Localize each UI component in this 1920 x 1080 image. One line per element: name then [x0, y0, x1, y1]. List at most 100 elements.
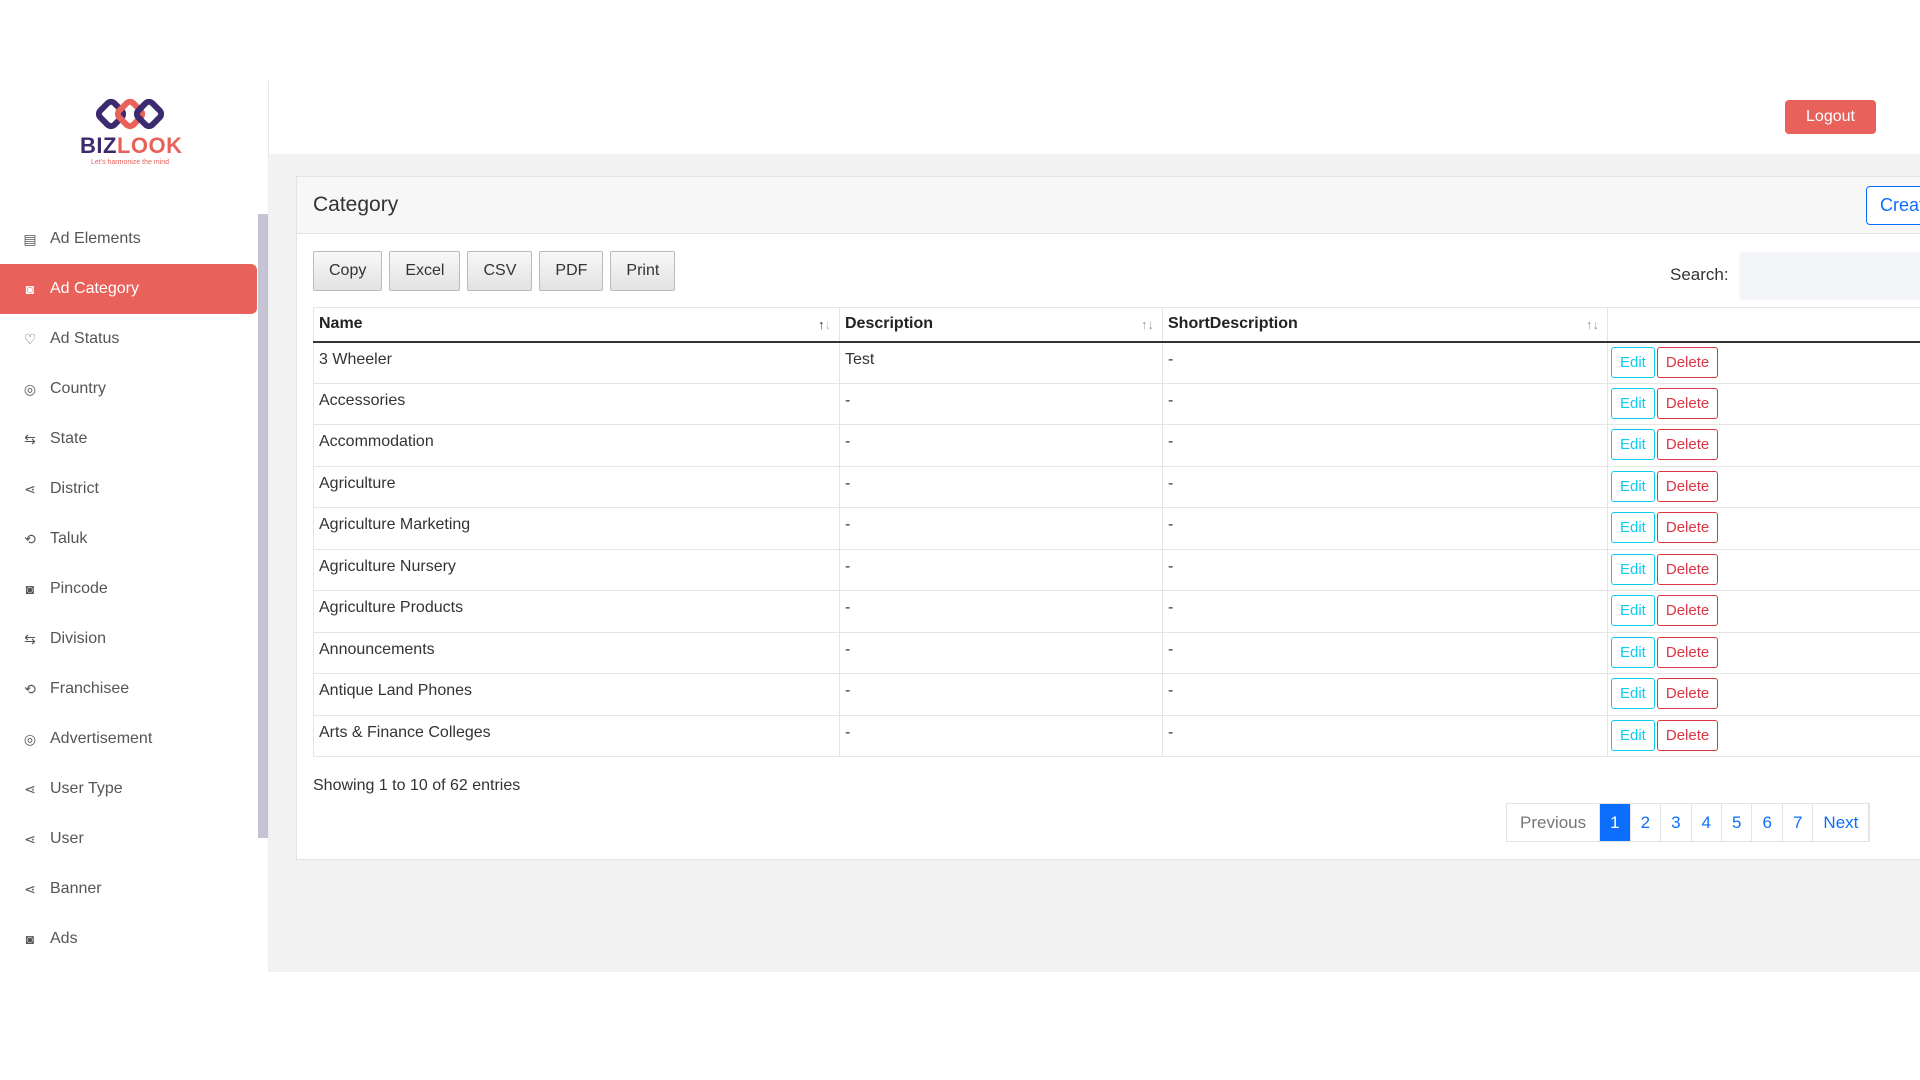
pagination-page[interactable]: 7 — [1783, 804, 1814, 841]
sidebar-item-user-type[interactable]: ⋖ User Type — [0, 764, 258, 814]
pagination-page[interactable]: 5 — [1722, 804, 1753, 841]
sidebar-item-franchisee[interactable]: ⟲ Franchisee — [0, 664, 258, 714]
table-row: Arts & Finance Colleges - - Edit Delete — [313, 715, 1920, 757]
sidebar-item-division[interactable]: ⇆ Division — [0, 614, 258, 664]
pagination-page[interactable]: 2 — [1631, 804, 1662, 841]
column-header-actions — [1607, 307, 1920, 343]
bookmark-box-icon: ◙ — [25, 581, 35, 597]
logo-text-look: LOOK — [116, 133, 183, 158]
edit-button[interactable]: Edit — [1611, 346, 1655, 378]
sidebar-item-label: Ads — [50, 930, 78, 947]
pagination-page[interactable]: 3 — [1661, 804, 1692, 841]
sort-icon: ↑↓ — [1141, 317, 1154, 332]
sidebar-scrollbar[interactable] — [258, 214, 268, 838]
pagination-page[interactable]: 4 — [1692, 804, 1723, 841]
pagination: Previous 1 2 3 4 5 6 7 Next — [1506, 803, 1871, 842]
delete-button[interactable]: Delete — [1656, 719, 1719, 751]
user-circle-icon: ◎ — [23, 380, 37, 397]
pagination-page[interactable]: 1 — [1600, 804, 1631, 841]
bookmark-box-icon: ◙ — [25, 281, 35, 297]
sort-asc-icon: ↑↓ — [818, 317, 831, 332]
table-row: Agriculture Marketing - - Edit Delete — [313, 507, 1920, 550]
edit-button[interactable]: Edit — [1611, 470, 1655, 502]
edit-button[interactable]: Edit — [1611, 636, 1655, 668]
column-header-description[interactable]: Description ↑↓ — [839, 307, 1163, 343]
cell-description: - — [839, 673, 1163, 716]
arrows-exchange-icon: ⇆ — [24, 430, 36, 447]
logo-text-biz: BIZ — [80, 133, 117, 158]
edit-button[interactable]: Edit — [1611, 595, 1655, 626]
edit-button[interactable]: Edit — [1611, 719, 1655, 751]
column-header-shortdescription[interactable]: ShortDescription ↑↓ — [1162, 307, 1608, 343]
pagination-next[interactable]: Next — [1813, 804, 1870, 841]
heart-icon: ♡ — [23, 330, 37, 347]
card-header: Category Create — [297, 177, 1920, 234]
sidebar-item-pincode[interactable]: ◙ Pincode — [0, 564, 258, 614]
cell-short-description: - — [1162, 341, 1608, 384]
clipboard-icon: ▤ — [23, 230, 37, 247]
table-row: Agriculture - - Edit Delete — [313, 466, 1920, 508]
logout-button[interactable]: Logout — [1785, 100, 1876, 134]
delete-button[interactable]: Delete — [1656, 387, 1719, 419]
create-button[interactable]: Create — [1866, 186, 1920, 225]
sidebar-item-banner[interactable]: ⋖ Banner — [0, 864, 258, 914]
sidebar-item-ads[interactable]: ◙ Ads — [0, 914, 258, 964]
delete-button[interactable]: Delete — [1656, 512, 1719, 543]
csv-button[interactable]: CSV — [467, 251, 533, 291]
sidebar-item-label: Ad Status — [50, 330, 120, 347]
delete-button[interactable]: Delete — [1656, 678, 1719, 709]
print-button[interactable]: Print — [610, 251, 676, 291]
cell-actions: Edit Delete — [1607, 715, 1920, 757]
delete-button[interactable]: Delete — [1656, 346, 1719, 378]
table-row: 3 Wheeler Test - Edit Delete — [313, 341, 1920, 384]
cell-actions: Edit Delete — [1607, 590, 1920, 633]
sidebar-item-district[interactable]: ⋖ District — [0, 464, 258, 514]
sidebar-item-label: Ad Elements — [50, 230, 141, 247]
sidebar-item-country[interactable]: ◎ Country — [0, 364, 258, 414]
export-buttons: Copy Excel CSV PDF Print — [313, 251, 676, 291]
sidebar-item-label: State — [50, 430, 88, 447]
sidebar-item-user[interactable]: ⋖ User — [0, 814, 258, 864]
sidebar-item-taluk[interactable]: ⟲ Taluk — [0, 514, 258, 564]
cell-name: Agriculture — [313, 466, 840, 508]
excel-button[interactable]: Excel — [389, 251, 461, 291]
sidebar-nav: ▤ Ad Elements ◙ Ad Category ♡ Ad Status ◎ Count… — [0, 214, 258, 964]
sidebar-item-advertisement[interactable]: ◎ Advertisement — [0, 714, 258, 764]
cell-name: Arts & Finance Colleges — [313, 715, 840, 757]
delete-button[interactable]: Delete — [1656, 553, 1719, 585]
cell-name: Accessories — [313, 383, 840, 425]
cell-short-description: - — [1162, 590, 1608, 633]
search-input[interactable] — [1739, 252, 1920, 300]
column-header-name[interactable]: Name ↑↓ — [313, 307, 840, 343]
sidebar-item-ad-elements[interactable]: ▤ Ad Elements — [0, 214, 258, 264]
delete-button[interactable]: Delete — [1656, 429, 1719, 460]
cell-actions: Edit Delete — [1607, 383, 1920, 425]
column-label: ShortDescription — [1168, 315, 1298, 333]
bizlook-logo[interactable]: BIZLOOK Let's harmonize the mind — [80, 98, 183, 166]
copy-button[interactable]: Copy — [313, 251, 383, 291]
sidebar-item-label: Franchisee — [50, 680, 130, 697]
sidebar-item-label: Banner — [50, 880, 102, 897]
user-circle-icon: ◎ — [23, 730, 37, 747]
delete-button[interactable]: Delete — [1656, 470, 1719, 502]
sidebar-item-ad-status[interactable]: ♡ Ad Status — [0, 314, 258, 364]
sidebar-item-label: User — [50, 830, 84, 847]
pdf-button[interactable]: PDF — [539, 251, 604, 291]
logo-rings-icon — [95, 98, 165, 130]
edit-button[interactable]: Edit — [1611, 553, 1655, 585]
cell-actions: Edit Delete — [1607, 341, 1920, 384]
edit-button[interactable]: Edit — [1611, 387, 1655, 419]
pagination-page[interactable]: 6 — [1752, 804, 1783, 841]
delete-button[interactable]: Delete — [1656, 595, 1719, 626]
edit-button[interactable]: Edit — [1611, 678, 1655, 709]
cell-description: - — [839, 715, 1163, 757]
edit-button[interactable]: Edit — [1611, 512, 1655, 543]
sidebar-item-label: Taluk — [50, 530, 88, 547]
sidebar-item-state[interactable]: ⇆ State — [0, 414, 258, 464]
pagination-previous[interactable]: Previous — [1507, 804, 1601, 841]
edit-button[interactable]: Edit — [1611, 429, 1655, 460]
delete-button[interactable]: Delete — [1656, 636, 1719, 668]
share-icon: ⋖ — [24, 830, 36, 847]
cell-name: 3 Wheeler — [313, 341, 840, 384]
sidebar-item-ad-category[interactable]: ◙ Ad Category — [0, 264, 257, 314]
